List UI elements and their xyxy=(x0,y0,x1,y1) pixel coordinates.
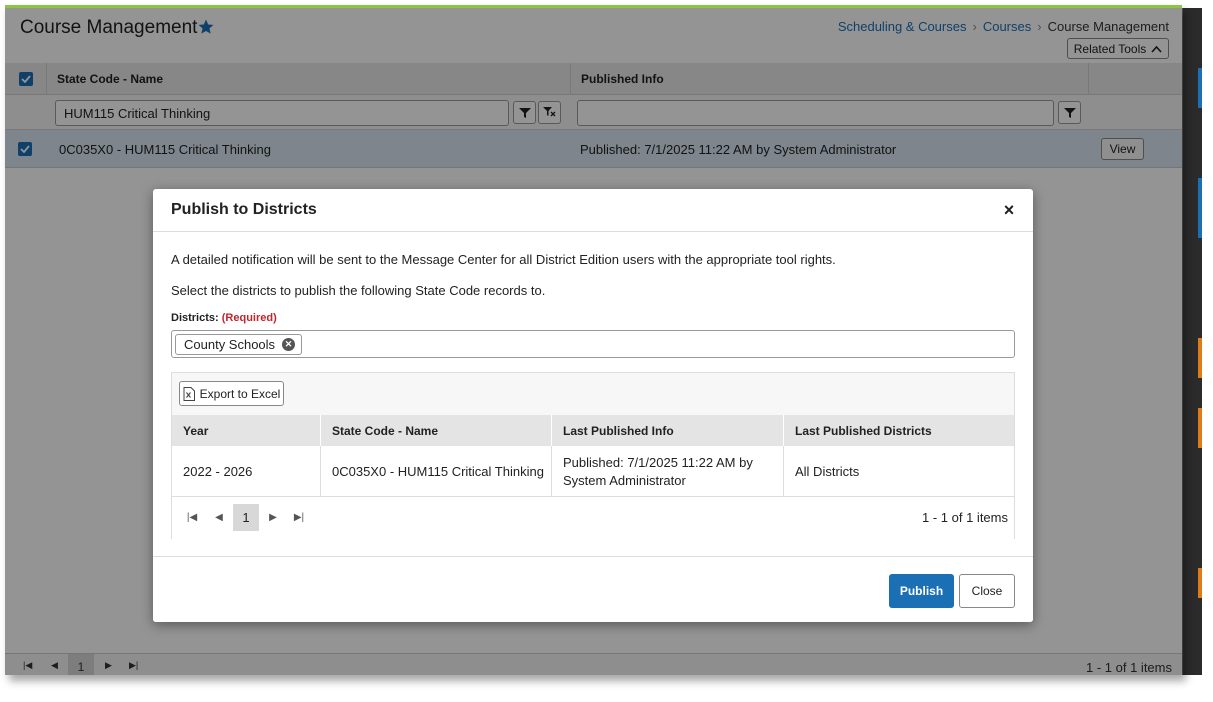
export-to-excel-button[interactable]: Export to Excel xyxy=(179,381,284,406)
dialog-title: Publish to Districts xyxy=(171,201,317,218)
prev-page-icon[interactable]: ◀ xyxy=(209,507,229,527)
excel-file-icon xyxy=(183,386,195,401)
remove-tag-icon[interactable]: ✕ xyxy=(282,338,296,351)
publish-records-grid: Export to Excel Year State Code - Name L… xyxy=(171,372,1015,539)
column-header-year[interactable]: Year xyxy=(172,415,321,446)
background-side-panel xyxy=(1182,8,1202,675)
records-pager: |◀ ◀ 1 ▶ ▶| 1 - 1 of 1 items xyxy=(172,497,1014,539)
publish-button[interactable]: Publish xyxy=(889,574,954,608)
cell-state-code-name: 0C035X0 - HUM115 Critical Thinking xyxy=(321,446,552,497)
notification-text: A detailed notification will be sent to … xyxy=(171,252,836,267)
grid-toolbar: Export to Excel xyxy=(172,373,1014,415)
cell-last-published-info: Published: 7/1/2025 11:22 AM by System A… xyxy=(552,446,784,497)
publish-to-districts-dialog: Publish to Districts × A detailed notifi… xyxy=(153,189,1033,622)
next-page-icon[interactable]: ▶ xyxy=(263,507,283,527)
first-page-icon[interactable]: |◀ xyxy=(182,507,202,527)
page-number[interactable]: 1 xyxy=(233,504,259,531)
close-button[interactable]: Close xyxy=(959,574,1015,608)
dialog-footer: Publish Close xyxy=(153,556,1033,622)
cell-last-published-districts: All Districts xyxy=(795,463,860,479)
cell-year: 2022 - 2026 xyxy=(172,446,321,497)
column-header-last-published-districts[interactable]: Last Published Districts xyxy=(784,415,1016,446)
instruction-text: Select the districts to publish the foll… xyxy=(171,283,546,298)
district-tag-label: County Schools xyxy=(184,337,276,352)
column-header-state-code-name[interactable]: State Code - Name xyxy=(321,415,552,446)
required-label: (Required) xyxy=(221,312,277,324)
table-row: 2022 - 2026 0C035X0 - HUM115 Critical Th… xyxy=(172,446,1014,497)
districts-label: Districts: (Required) xyxy=(171,312,277,324)
districts-multiselect[interactable]: County Schools ✕ xyxy=(171,330,1015,358)
export-label: Export to Excel xyxy=(199,386,281,401)
dialog-header: Publish to Districts × xyxy=(153,189,1033,232)
last-page-icon[interactable]: ▶| xyxy=(289,507,309,527)
column-header-last-published-info[interactable]: Last Published Info xyxy=(552,415,784,446)
close-icon[interactable]: × xyxy=(999,200,1019,220)
records-table-header: Year State Code - Name Last Published In… xyxy=(172,415,1014,446)
screenshot: Course Management Scheduling & Courses › C… xyxy=(0,0,1213,702)
district-tag: County Schools ✕ xyxy=(175,334,303,355)
districts-label-text: Districts: xyxy=(171,312,219,324)
pager-info: 1 - 1 of 1 items xyxy=(922,510,1008,525)
